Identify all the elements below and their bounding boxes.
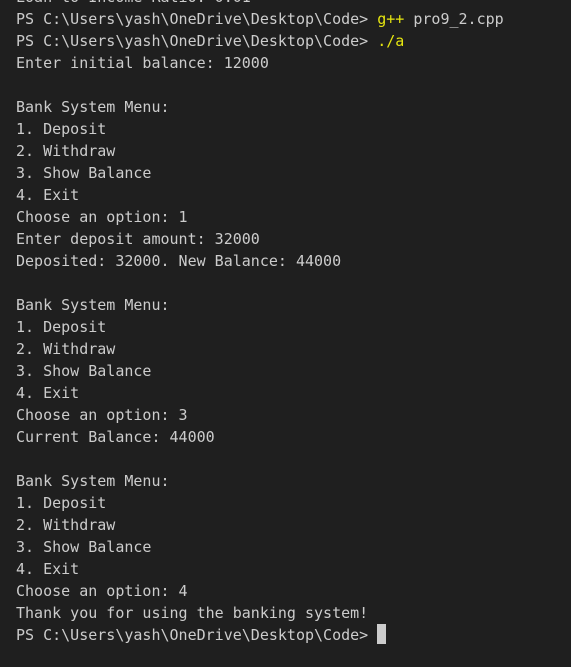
- command-executable: g++: [377, 10, 405, 28]
- menu-option-withdraw: 2. Withdraw: [16, 516, 116, 534]
- menu-option-show-balance: 3. Show Balance: [16, 164, 152, 182]
- output-line-farewell: Thank you for using the banking system!: [16, 604, 369, 622]
- menu-option-deposit: 1. Deposit: [16, 120, 107, 138]
- menu-choice: Choose an option: 4: [16, 582, 188, 600]
- output-line-initial-balance: Enter initial balance: 12000: [16, 54, 269, 72]
- menu-option-exit: 4. Exit: [16, 384, 80, 402]
- prompt-path: PS C:\Users\yash\OneDrive\Desktop\Code>: [16, 626, 369, 644]
- output-line-current-balance: Current Balance: 44000: [16, 428, 215, 446]
- menu-option-exit: 4. Exit: [16, 560, 80, 578]
- menu-choice: Choose an option: 3: [16, 406, 188, 424]
- prompt-path: PS C:\Users\yash\OneDrive\Desktop\Code>: [16, 10, 369, 28]
- prompt-line-compile: PS C:\Users\yash\OneDrive\Desktop\Code> …: [16, 8, 571, 30]
- prompt-line-active[interactable]: PS C:\Users\yash\OneDrive\Desktop\Code>: [16, 624, 571, 646]
- output-line-partial: Loan to Income Ratio: 0.01: [16, 0, 571, 8]
- menu-title: Bank System Menu:: [16, 98, 170, 116]
- output-line-deposit-result: Deposited: 32000. New Balance: 44000: [16, 252, 342, 270]
- command-run: ./a: [377, 32, 405, 50]
- terminal-cursor[interactable]: [377, 624, 387, 644]
- terminal-output: Loan to Income Ratio: 0.01 PS C:\Users\y…: [16, 0, 571, 646]
- menu-option-exit: 4. Exit: [16, 186, 80, 204]
- output-line-deposit-prompt: Enter deposit amount: 32000: [16, 230, 260, 248]
- menu-option-withdraw: 2. Withdraw: [16, 142, 116, 160]
- menu-option-show-balance: 3. Show Balance: [16, 362, 152, 380]
- prompt-line-run: PS C:\Users\yash\OneDrive\Desktop\Code> …: [16, 30, 571, 52]
- terminal-panel[interactable]: Loan to Income Ratio: 0.01 PS C:\Users\y…: [0, 0, 571, 667]
- menu-option-show-balance: 3. Show Balance: [16, 538, 152, 556]
- menu-title: Bank System Menu:: [16, 296, 170, 314]
- command-argument: pro9_2.cpp: [413, 10, 504, 28]
- menu-option-deposit: 1. Deposit: [16, 494, 107, 512]
- menu-title: Bank System Menu:: [16, 472, 170, 490]
- menu-option-withdraw: 2. Withdraw: [16, 340, 116, 358]
- prompt-path: PS C:\Users\yash\OneDrive\Desktop\Code>: [16, 32, 369, 50]
- menu-choice: Choose an option: 1: [16, 208, 188, 226]
- menu-option-deposit: 1. Deposit: [16, 318, 107, 336]
